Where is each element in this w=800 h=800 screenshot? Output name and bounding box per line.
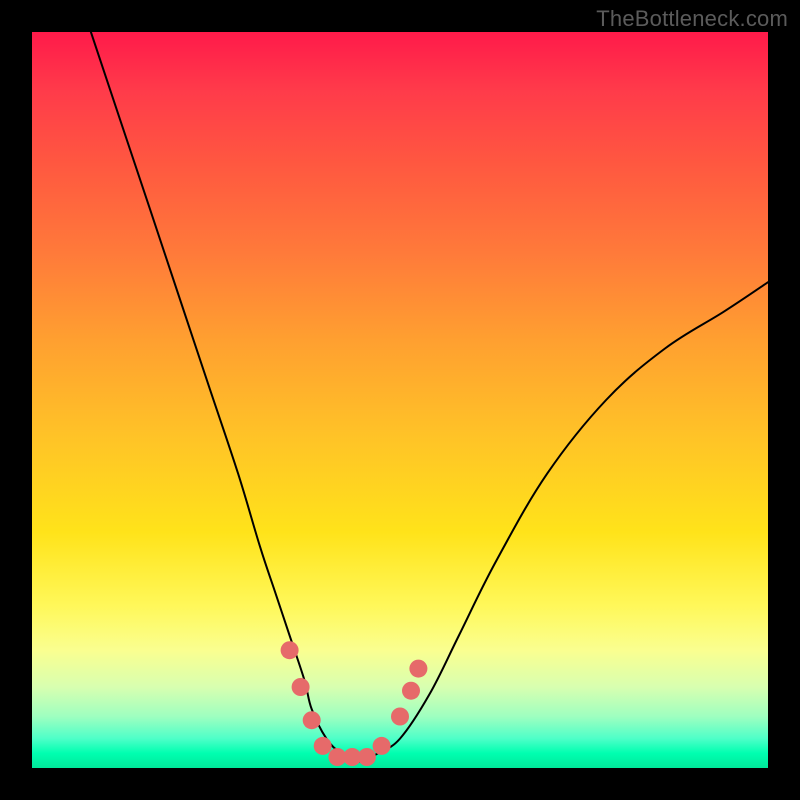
highlight-markers	[281, 641, 428, 766]
plot-area	[32, 32, 768, 768]
marker-dot	[402, 682, 420, 700]
chart-frame: TheBottleneck.com	[0, 0, 800, 800]
marker-dot	[281, 641, 299, 659]
marker-dot	[314, 737, 332, 755]
bottleneck-curve	[91, 32, 768, 762]
curve-svg	[32, 32, 768, 768]
marker-dot	[373, 737, 391, 755]
marker-dot	[358, 748, 376, 766]
marker-dot	[391, 708, 409, 726]
marker-dot	[292, 678, 310, 696]
marker-dot	[409, 660, 427, 678]
marker-dot	[303, 711, 321, 729]
watermark-text: TheBottleneck.com	[596, 6, 788, 32]
